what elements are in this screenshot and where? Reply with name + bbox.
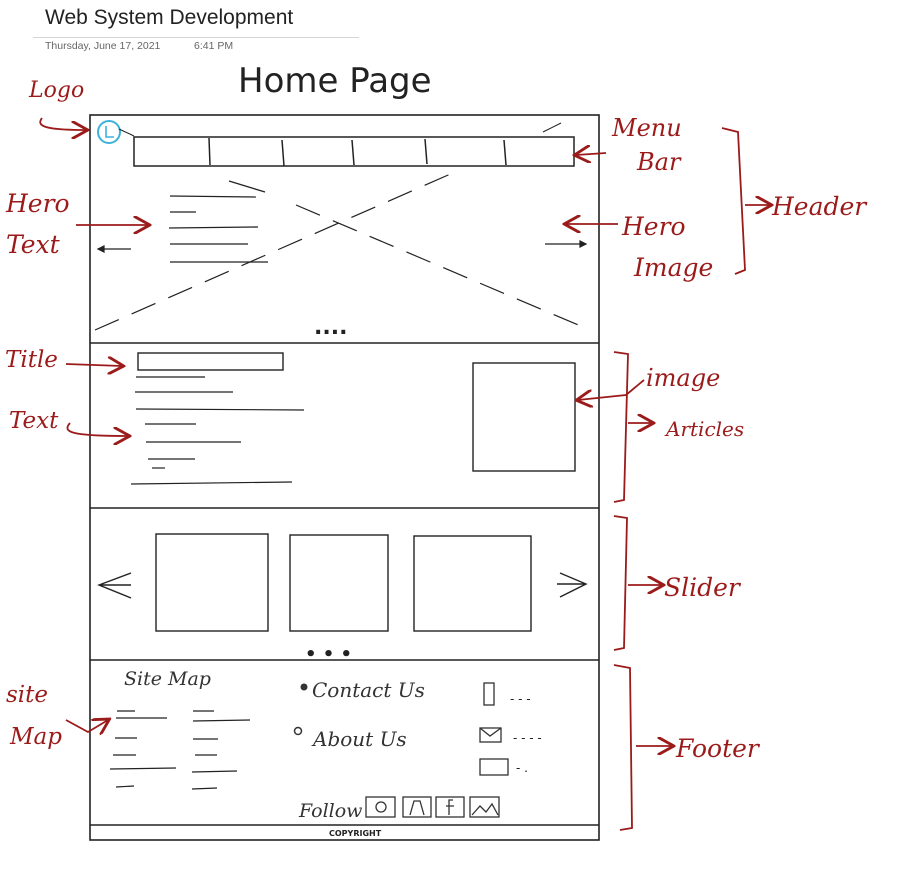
slider-pagination-dots[interactable]: • • • xyxy=(305,644,352,665)
annotation-articles: Articles xyxy=(664,417,744,441)
articles-bracket-icon xyxy=(613,351,629,503)
menu-bar xyxy=(133,136,575,167)
annotation-image: image xyxy=(646,364,720,392)
footer-bracket-icon xyxy=(613,664,633,831)
hero-pagination-dots[interactable]: .... xyxy=(314,315,347,340)
footer-site-map-heading: Site Map xyxy=(124,668,211,690)
about-bullet-icon xyxy=(293,726,303,736)
phone-value: - - - xyxy=(510,692,531,706)
annotation-footer: Footer xyxy=(675,734,761,763)
article-text-lines xyxy=(130,376,305,485)
annotation-header: Header xyxy=(771,192,868,221)
site-map-arrow-icon xyxy=(65,720,108,732)
annotation-site-map-2: Map xyxy=(9,724,62,750)
annotation-menu-2: Bar xyxy=(636,148,682,176)
slider-next-arrow-icon[interactable] xyxy=(557,572,588,598)
footer-follow-label: Follow xyxy=(298,800,362,822)
image-arrow-icon xyxy=(578,379,645,400)
header-bracket-icon xyxy=(721,127,746,275)
article-title-box xyxy=(137,352,284,371)
hero-image-placeholder xyxy=(94,171,591,331)
title-arrow-icon xyxy=(65,364,122,366)
snapchat-icon[interactable] xyxy=(402,796,432,818)
slider-prev-arrow-icon[interactable] xyxy=(97,572,132,599)
slider-bracket-icon xyxy=(613,515,628,651)
slide-card-3[interactable] xyxy=(413,535,532,632)
slide-card-1[interactable] xyxy=(155,533,269,632)
email-value: - - - - xyxy=(513,731,542,745)
annotation-slider: Slider xyxy=(664,573,742,602)
annotation-hero-image-1: Hero xyxy=(621,212,686,241)
menu-bar-arrow-icon xyxy=(576,153,607,155)
wireframe-sketch: Home Page .... • • • Site Map Contact Us… xyxy=(5,61,868,841)
location-value: - . xyxy=(516,761,528,775)
copyright-text: COPYRIGHT xyxy=(329,829,382,838)
article-image-box xyxy=(472,362,576,472)
hero-text-lines xyxy=(168,180,268,263)
annotation-hero-image-2: Image xyxy=(633,253,713,282)
logo-placeholder-icon xyxy=(97,120,121,144)
gallery-icon[interactable] xyxy=(469,796,500,818)
annotation-text: Text xyxy=(9,408,59,434)
instagram-icon[interactable] xyxy=(365,796,396,818)
annotation-hero-text-2: Text xyxy=(6,230,61,259)
logo-arrow-icon xyxy=(39,117,86,130)
footer-contact-link[interactable]: Contact Us xyxy=(312,678,425,702)
annotation-site-map-1: site xyxy=(6,682,48,708)
annotation-hero-text-1: Hero xyxy=(5,189,70,218)
footer-about-link[interactable]: About Us xyxy=(311,727,407,751)
sketch-heading: Home Page xyxy=(238,61,432,101)
contact-bullet-icon xyxy=(300,683,308,691)
text-arrow-icon xyxy=(66,422,128,436)
slide-card-2[interactable] xyxy=(289,534,389,632)
annotation-menu-1: Menu xyxy=(611,114,682,142)
phone-icon xyxy=(483,682,495,706)
location-icon xyxy=(479,758,509,776)
annotation-title: Title xyxy=(5,347,58,373)
site-map-links xyxy=(109,710,251,790)
annotation-logo: Logo xyxy=(28,78,84,103)
